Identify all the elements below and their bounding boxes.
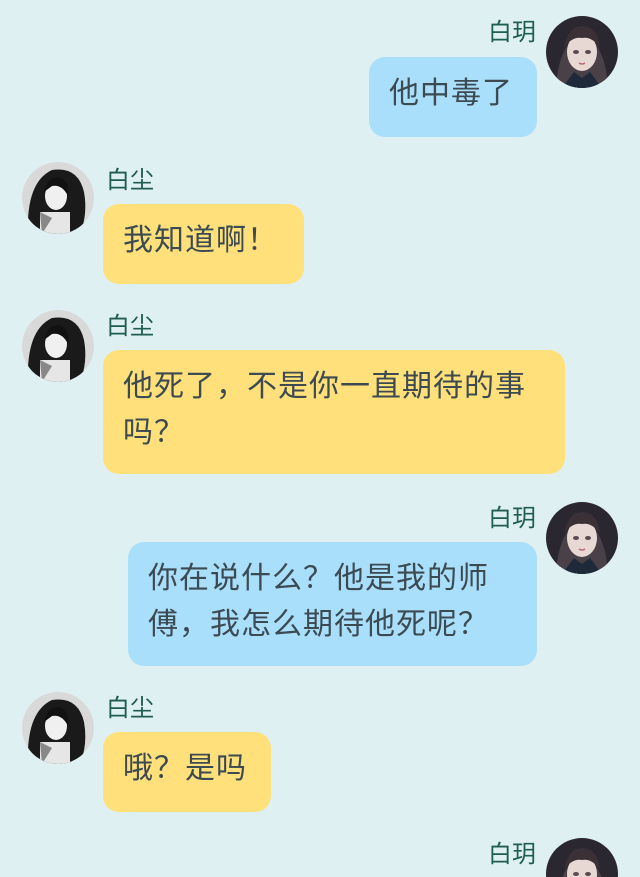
sender-name: 白玥	[488, 18, 536, 46]
sender-name: 白尘	[106, 166, 154, 194]
message-bubble[interactable]: 你在说什么？他是我的师傅，我怎么期待他死呢？	[128, 542, 537, 666]
avatar-girl-uniform-icon[interactable]	[546, 502, 618, 574]
avatar-girl-uniform-icon[interactable]	[546, 838, 618, 877]
message-incoming: 白尘 他死了，不是你一直期待的事吗？	[0, 298, 640, 478]
message-bubble[interactable]: 他死了，不是你一直期待的事吗？	[103, 350, 565, 474]
avatar-girl-uniform-icon[interactable]	[546, 16, 618, 88]
chat-thread: 白玥 他中毒了 白尘 我知道啊！ 白尘 他死了，不是你一直期待的事吗？ 白玥 你…	[0, 0, 640, 877]
message-bubble[interactable]: 我知道啊！	[103, 204, 304, 284]
sender-name: 白玥	[488, 840, 536, 868]
message-outgoing: 白玥 你在说什么？他是我的师傅，我怎么期待他死呢？	[0, 490, 640, 670]
sender-name: 白玥	[488, 504, 536, 532]
sender-name: 白尘	[106, 694, 154, 722]
avatar-dark-hair-girl-icon[interactable]	[22, 692, 94, 764]
message-incoming: 白尘 哦？是吗	[0, 680, 640, 820]
avatar-dark-hair-girl-icon[interactable]	[22, 162, 94, 234]
message-bubble[interactable]: 哦？是吗	[103, 732, 271, 812]
message-bubble[interactable]: 他中毒了	[369, 57, 537, 137]
message-outgoing: 白玥 他中毒了	[0, 0, 640, 140]
message-incoming: 白尘 我知道啊！	[0, 150, 640, 290]
message-outgoing: 白玥	[0, 826, 640, 877]
sender-name: 白尘	[106, 312, 154, 340]
avatar-dark-hair-girl-icon[interactable]	[22, 310, 94, 382]
